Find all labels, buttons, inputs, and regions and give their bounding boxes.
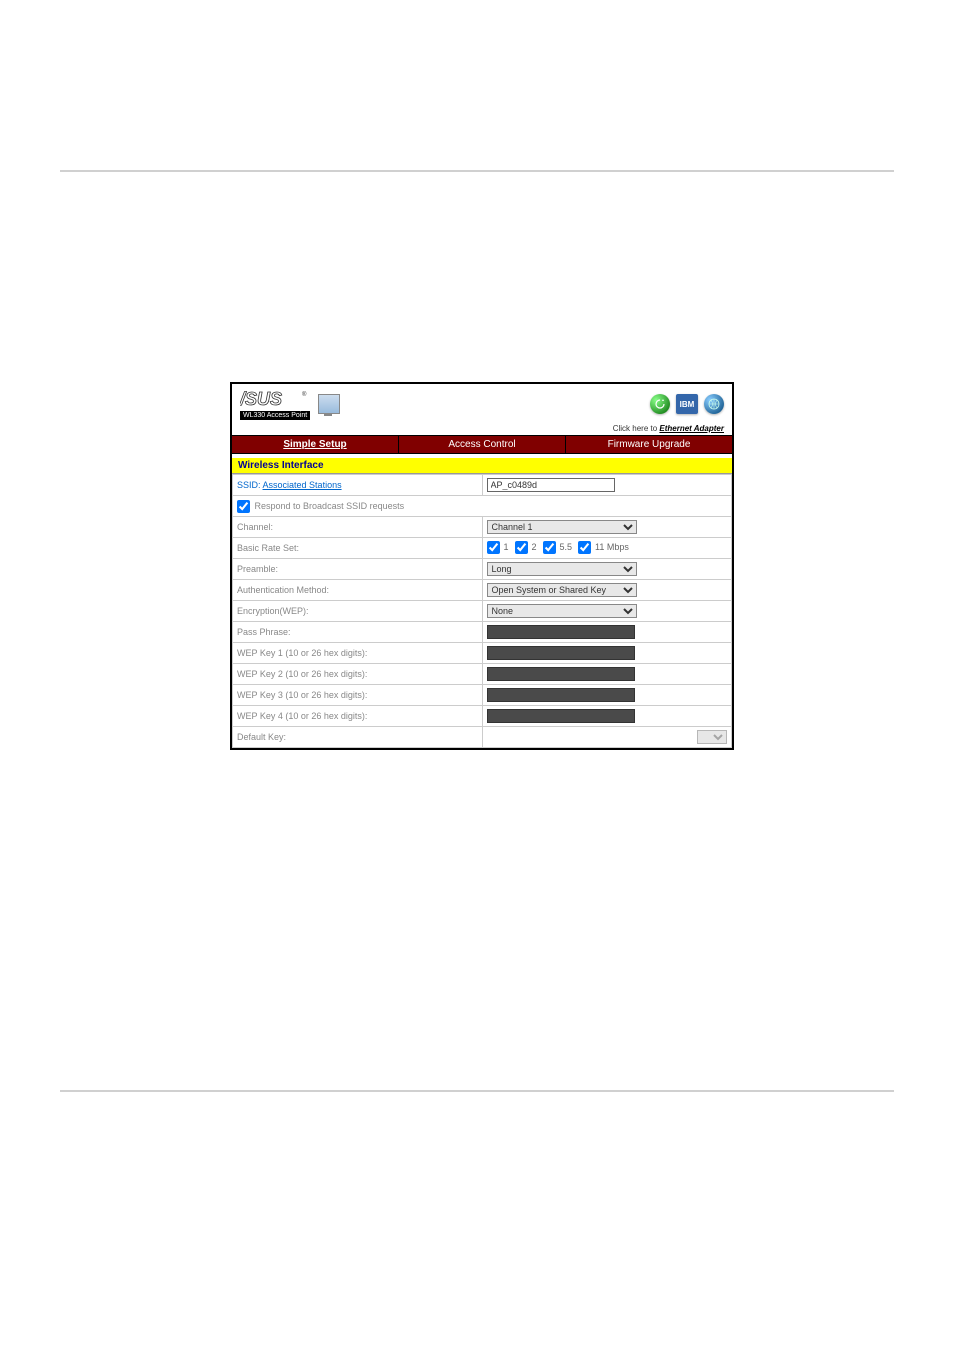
tab-bar: Simple Setup Access Control Firmware Upg… (232, 435, 732, 454)
ssid-input[interactable] (487, 478, 615, 492)
encryption-label: Encryption(WEP): (233, 601, 483, 622)
auth-method-select[interactable]: Open System or Shared Key (487, 583, 637, 597)
page-top-separator (60, 170, 894, 182)
preamble-label: Preamble: (233, 559, 483, 580)
ssid-label: SSID: (237, 480, 261, 490)
basic-rate-label: Basic Rate Set: (233, 538, 483, 559)
globe-icon[interactable] (704, 394, 724, 414)
wep-key1-label: WEP Key 1 (10 or 26 hex digits): (233, 643, 483, 664)
header-bar: /SUS ® WL330 Access Point IBM (232, 384, 732, 424)
monitor-icon (318, 394, 340, 414)
wep-key1-input[interactable] (487, 646, 635, 660)
ibm-icon[interactable]: IBM (676, 394, 698, 414)
default-key-select (697, 730, 727, 744)
respond-broadcast-label: Respond to Broadcast SSID requests (255, 500, 405, 510)
rate-11-checkbox[interactable] (578, 541, 591, 554)
config-table: SSID: Associated Stations Respond to Bro… (232, 474, 732, 748)
wep-key4-label: WEP Key 4 (10 or 26 hex digits): (233, 706, 483, 727)
respond-broadcast-checkbox[interactable] (237, 500, 250, 513)
rate-1-checkbox[interactable] (487, 541, 500, 554)
channel-select[interactable]: Channel 1 (487, 520, 637, 534)
refresh-icon[interactable] (650, 394, 670, 414)
logo-subtext: WL330 Access Point (240, 411, 310, 420)
auth-method-label: Authentication Method: (233, 580, 483, 601)
passphrase-label: Pass Phrase: (233, 622, 483, 643)
ethernet-adapter-link[interactable]: Ethernet Adapter (659, 424, 724, 433)
mode-switch-label: Click here to Ethernet Adapter (232, 424, 732, 435)
header-icons: IBM (650, 394, 724, 414)
wep-key2-label: WEP Key 2 (10 or 26 hex digits): (233, 664, 483, 685)
wep-key3-input[interactable] (487, 688, 635, 702)
tab-simple-setup[interactable]: Simple Setup (232, 436, 399, 453)
config-window: /SUS ® WL330 Access Point IBM Click here… (230, 382, 734, 750)
tab-firmware-upgrade[interactable]: Firmware Upgrade (566, 436, 732, 453)
default-key-label: Default Key: (233, 727, 483, 748)
wep-key2-input[interactable] (487, 667, 635, 681)
preamble-select[interactable]: Long (487, 562, 637, 576)
associated-stations-link[interactable]: Associated Stations (263, 480, 342, 490)
wep-key3-label: WEP Key 3 (10 or 26 hex digits): (233, 685, 483, 706)
wep-key4-input[interactable] (487, 709, 635, 723)
asus-logo: /SUS ® WL330 Access Point (240, 388, 310, 420)
tab-access-control[interactable]: Access Control (399, 436, 566, 453)
rate-1-label: 1 (504, 542, 509, 552)
page-bottom-separator (60, 1090, 894, 1094)
passphrase-input[interactable] (487, 625, 635, 639)
rate-2-label: 2 (532, 542, 537, 552)
wireless-interface-header: Wireless Interface (232, 458, 732, 474)
rate-11-label: 11 Mbps (595, 542, 629, 552)
svg-text:/SUS: /SUS (240, 389, 282, 409)
svg-text:®: ® (302, 391, 307, 398)
channel-label: Channel: (233, 517, 483, 538)
logo-section: /SUS ® WL330 Access Point (240, 388, 340, 420)
rate-2-checkbox[interactable] (515, 541, 528, 554)
rate-55-checkbox[interactable] (543, 541, 556, 554)
rate-55-label: 5.5 (560, 542, 573, 552)
encryption-select[interactable]: None (487, 604, 637, 618)
